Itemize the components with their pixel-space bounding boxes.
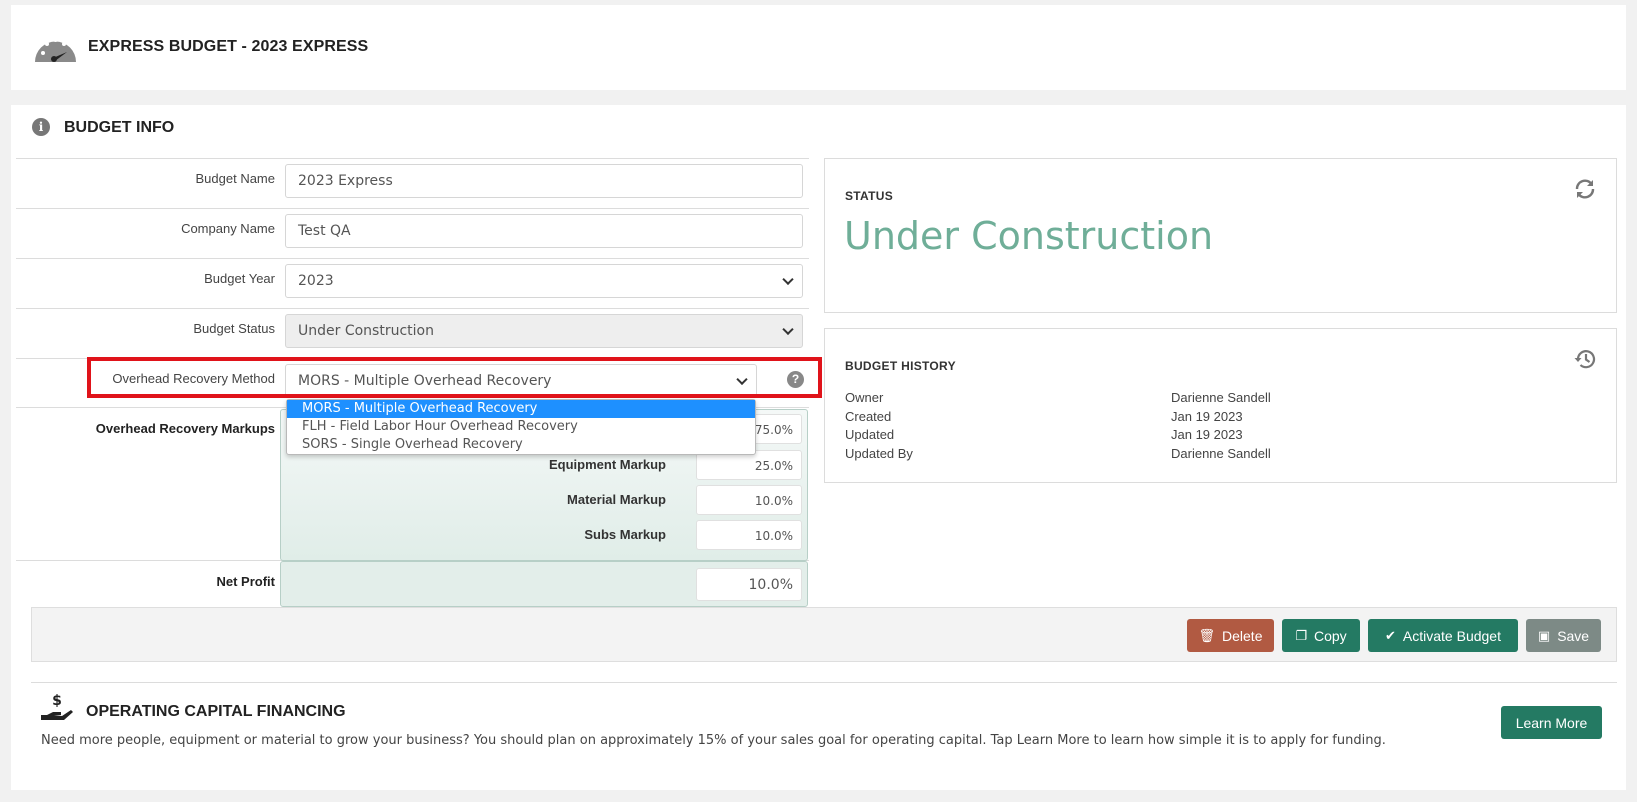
material-markup-input[interactable]: 10.0% [696, 485, 802, 515]
budget-year-label: Budget Year [204, 271, 275, 286]
form-separator [16, 258, 809, 259]
budget-history-card: BUDGET HISTORY Owner Darienne Sandell Cr… [824, 328, 1617, 483]
dropdown-option[interactable]: SORS - Single Overhead Recovery [287, 436, 755, 454]
history-created-label: Created [845, 409, 892, 424]
status-value: Under Construction [844, 214, 1214, 258]
copy-button[interactable]: ❐ Copy [1282, 619, 1360, 652]
history-created-value: Jan 19 2023 [1171, 409, 1243, 424]
net-profit-label: Net Profit [216, 574, 276, 589]
form-separator [16, 158, 809, 159]
budget-name-input[interactable]: 2023 Express [285, 164, 803, 198]
gauge-icon [35, 38, 76, 62]
form-separator [16, 208, 809, 209]
info-icon: i [32, 118, 50, 136]
section-divider [31, 682, 1617, 683]
material-markup-label: Material Markup [567, 492, 666, 507]
chevron-down-icon [782, 323, 794, 336]
check-icon: ✔ [1385, 627, 1396, 643]
learn-more-button[interactable]: Learn More [1501, 706, 1602, 739]
budget-year-value: 2023 [298, 273, 334, 289]
dropdown-option[interactable]: FLH - Field Labor Hour Overhead Recovery [287, 418, 755, 436]
save-icon: ▣ [1537, 627, 1551, 643]
trash-icon: 🗑 [1198, 627, 1216, 643]
financing-text: Need more people, equipment or material … [41, 733, 1386, 748]
markups-label: Overhead Recovery Markups [95, 421, 275, 436]
delete-button-label: Delete [1222, 627, 1263, 644]
history-updated-by-value: Darienne Sandell [1171, 446, 1271, 461]
overhead-method-dropdown[interactable]: MORS - Multiple Overhead Recovery FLH - … [286, 399, 756, 455]
history-updated-label: Updated [845, 427, 895, 442]
delete-button[interactable]: 🗑 Delete [1187, 619, 1274, 652]
history-card-title: BUDGET HISTORY [845, 359, 956, 373]
subs-markup-label: Subs Markup [584, 527, 666, 542]
net-profit-input[interactable]: 10.0% [696, 568, 802, 601]
history-icon[interactable] [1573, 347, 1597, 371]
company-name-label: Company Name [181, 221, 275, 236]
status-card-title: STATUS [845, 189, 894, 203]
form-separator [16, 308, 809, 309]
subs-markup-input[interactable]: 10.0% [696, 520, 802, 550]
copy-button-label: Copy [1313, 627, 1347, 644]
history-updated-by-label: Updated By [845, 446, 913, 461]
highlight-annotation [87, 357, 822, 398]
history-updated-value: Jan 19 2023 [1171, 427, 1243, 442]
budget-year-select[interactable]: 2023 [285, 264, 803, 298]
page-title: EXPRESS BUDGET - 2023 EXPRESS [88, 38, 369, 55]
copy-icon: ❐ [1295, 627, 1307, 643]
budget-info-title: BUDGET INFO [64, 119, 175, 136]
save-button-label: Save [1557, 627, 1590, 644]
budget-status-value: Under Construction [298, 323, 434, 339]
budget-status-select[interactable]: Under Construction [285, 314, 803, 348]
activate-budget-button[interactable]: ✔ Activate Budget [1368, 619, 1518, 652]
financing-title: OPERATING CAPITAL FINANCING [86, 703, 346, 720]
budget-name-label: Budget Name [195, 171, 276, 186]
dropdown-option[interactable]: MORS - Multiple Overhead Recovery [287, 400, 755, 418]
company-name-input[interactable]: Test QA [285, 214, 803, 248]
status-card: STATUS Under Construction [824, 158, 1617, 313]
refresh-icon[interactable] [1573, 177, 1597, 201]
svg-text:$: $ [52, 693, 62, 709]
history-owner-value: Darienne Sandell [1171, 390, 1271, 405]
chevron-down-icon [782, 273, 794, 286]
budget-status-label: Budget Status [193, 321, 275, 336]
hand-dollar-icon: $ [41, 693, 73, 720]
equipment-markup-label: Equipment Markup [548, 457, 666, 472]
save-button[interactable]: ▣ Save [1526, 619, 1601, 652]
history-owner-label: Owner [845, 390, 884, 405]
activate-button-label: Activate Budget [1402, 627, 1501, 644]
